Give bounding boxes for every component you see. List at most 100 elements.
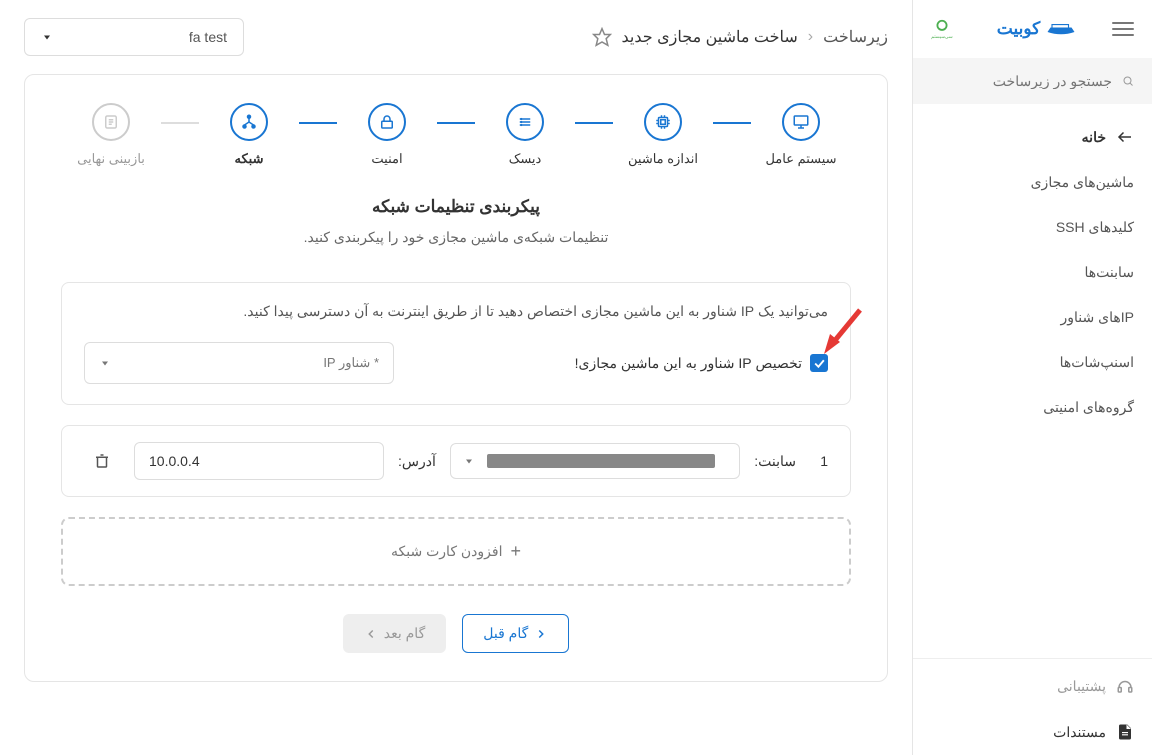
star-icon[interactable] xyxy=(592,27,612,47)
page-title: پیکربندی تنظیمات شبکه xyxy=(61,197,851,217)
chevron-right-icon xyxy=(534,627,548,641)
nav-ssh[interactable]: کلیدهای SSH xyxy=(913,205,1152,250)
project-name: fa test xyxy=(189,29,227,45)
monitor-icon xyxy=(792,113,810,131)
step-network-label: شبکه xyxy=(235,151,264,167)
add-network-button[interactable]: + افزودن کارت شبکه xyxy=(61,517,851,586)
subnet-label: سابنت: xyxy=(754,453,796,470)
floating-ip-select-label: IP شناور * xyxy=(323,355,379,371)
breadcrumb-current: ساخت ماشین مجازی جدید xyxy=(622,27,798,47)
nav-secgroups-label: گروه‌های امنیتی xyxy=(1043,399,1134,416)
subnet-row-num: 1 xyxy=(810,453,828,469)
step-review-label: بازبینی نهایی xyxy=(77,151,145,167)
nav-home-label: خانه xyxy=(1082,129,1106,146)
nav-subnets-label: سابنت‌ها xyxy=(1084,264,1134,281)
project-select[interactable]: fa test xyxy=(24,18,244,56)
main: زیرساخت ‹ ساخت ماشین مجازی جدید fa test … xyxy=(0,0,912,755)
floating-ip-panel: می‌توانید یک IP شناور به این ماشین مجازی… xyxy=(61,282,851,405)
page-desc: تنظیمات شبکه‌ی ماشین مجازی خود را پیکربن… xyxy=(61,229,851,246)
footer-docs[interactable]: مستندات xyxy=(913,709,1152,755)
network-icon xyxy=(240,113,258,131)
address-label: آدرس: xyxy=(398,453,436,470)
chevron-left-icon xyxy=(364,627,378,641)
nav-secgroups[interactable]: گروه‌های امنیتی xyxy=(913,385,1152,430)
nav: خانه ماشین‌های مجازی کلیدهای SSH سابنت‌ه… xyxy=(913,114,1152,658)
ship-icon xyxy=(1046,21,1076,37)
arrow-left-icon xyxy=(1116,128,1134,146)
nav-snapshots-label: اسنپ‌شات‌ها xyxy=(1060,354,1134,371)
step-os-label: سیستم عامل xyxy=(765,151,836,167)
svg-text:سی‌سیستم: سی‌سیستم xyxy=(931,34,953,40)
nav-vms[interactable]: ماشین‌های مجازی xyxy=(913,160,1152,205)
disk-icon xyxy=(516,113,534,131)
nav-vms-label: ماشین‌های مجازی xyxy=(1031,174,1134,191)
chevron-down-icon xyxy=(99,357,111,369)
topbar: زیرساخت ‹ ساخت ماشین مجازی جدید fa test xyxy=(0,0,912,74)
nav-ssh-label: کلیدهای SSH xyxy=(1056,219,1134,236)
list-icon xyxy=(102,113,120,131)
step-line xyxy=(161,122,199,124)
nav-floatingips-label: IPهای شناور xyxy=(1061,309,1134,326)
step-size-label: اندازه ماشین xyxy=(628,151,698,167)
subnet-value-redacted xyxy=(487,454,715,468)
step-security-label: امنیت xyxy=(371,151,402,167)
sidebar-footer: پشتیبانی مستندات xyxy=(913,658,1152,755)
footer-support[interactable]: پشتیبانی xyxy=(913,663,1152,709)
step-disk-label: دیسک xyxy=(509,151,542,167)
step-line xyxy=(437,122,475,124)
lock-icon xyxy=(378,113,396,131)
secondary-logo-icon: سی‌سیستم xyxy=(931,18,953,40)
step-size[interactable]: اندازه ماشین xyxy=(613,103,713,167)
document-icon xyxy=(1116,723,1134,741)
search-bar[interactable] xyxy=(913,58,1152,104)
breadcrumb-root[interactable]: زیرساخت xyxy=(823,27,888,47)
hamburger-icon[interactable] xyxy=(1112,18,1134,40)
wizard-actions: گام قبل گام بعد xyxy=(61,614,851,653)
annotation-arrow-icon xyxy=(818,304,866,356)
step-os[interactable]: سیستم عامل xyxy=(751,103,851,167)
subnet-row: 1 سابنت: آدرس: xyxy=(61,425,851,497)
chip-icon xyxy=(654,113,672,131)
step-network[interactable]: شبکه xyxy=(199,103,299,167)
step-line xyxy=(575,122,613,124)
step-disk[interactable]: دیسک xyxy=(475,103,575,167)
headset-icon xyxy=(1116,677,1134,695)
floating-ip-select[interactable]: IP شناور * xyxy=(84,342,394,384)
step-line xyxy=(713,122,751,124)
address-input[interactable] xyxy=(134,442,384,480)
logo: کوبیت xyxy=(973,19,1100,39)
chevron-down-icon xyxy=(41,31,53,43)
delete-subnet-button[interactable] xyxy=(84,443,120,479)
sidebar: کوبیت سی‌سیستم خانه ماشین‌های مجازی کلید… xyxy=(912,0,1152,755)
wizard-card: سیستم عامل اندازه ماشین دیسک xyxy=(24,74,888,682)
floating-ip-check-wrap: تخصیص IP شناور به این ماشین مجازی! xyxy=(575,354,828,372)
next-button: گام بعد xyxy=(343,614,447,653)
nav-subnets[interactable]: سابنت‌ها xyxy=(913,250,1152,295)
stepper: سیستم عامل اندازه ماشین دیسک xyxy=(61,103,851,167)
nav-floatingips[interactable]: IPهای شناور xyxy=(913,295,1152,340)
step-security[interactable]: امنیت xyxy=(337,103,437,167)
breadcrumb-sep: ‹ xyxy=(808,28,813,46)
sidebar-header: کوبیت سی‌سیستم xyxy=(913,0,1152,58)
step-review[interactable]: بازبینی نهایی xyxy=(61,103,161,167)
breadcrumb: زیرساخت ‹ ساخت ماشین مجازی جدید xyxy=(256,27,888,47)
search-icon xyxy=(1122,72,1134,90)
plus-icon: + xyxy=(510,541,521,562)
floating-ip-checkbox[interactable] xyxy=(810,354,828,372)
nav-snapshots[interactable]: اسنپ‌شات‌ها xyxy=(913,340,1152,385)
add-network-label: افزودن کارت شبکه xyxy=(391,543,502,560)
check-icon xyxy=(813,357,826,370)
next-label: گام بعد xyxy=(384,625,426,642)
floating-ip-check-label: تخصیص IP شناور به این ماشین مجازی! xyxy=(575,355,802,372)
floating-ip-desc: می‌توانید یک IP شناور به این ماشین مجازی… xyxy=(84,303,828,320)
prev-button[interactable]: گام قبل xyxy=(462,614,569,653)
trash-icon xyxy=(93,452,111,470)
footer-docs-label: مستندات xyxy=(1053,724,1106,741)
search-input[interactable] xyxy=(931,73,1112,89)
content: سیستم عامل اندازه ماشین دیسک xyxy=(0,74,912,706)
chevron-down-icon xyxy=(463,455,475,467)
step-line xyxy=(299,122,337,124)
brand-text: کوبیت xyxy=(997,19,1040,39)
subnet-select[interactable] xyxy=(450,443,740,479)
nav-home[interactable]: خانه xyxy=(913,114,1152,160)
